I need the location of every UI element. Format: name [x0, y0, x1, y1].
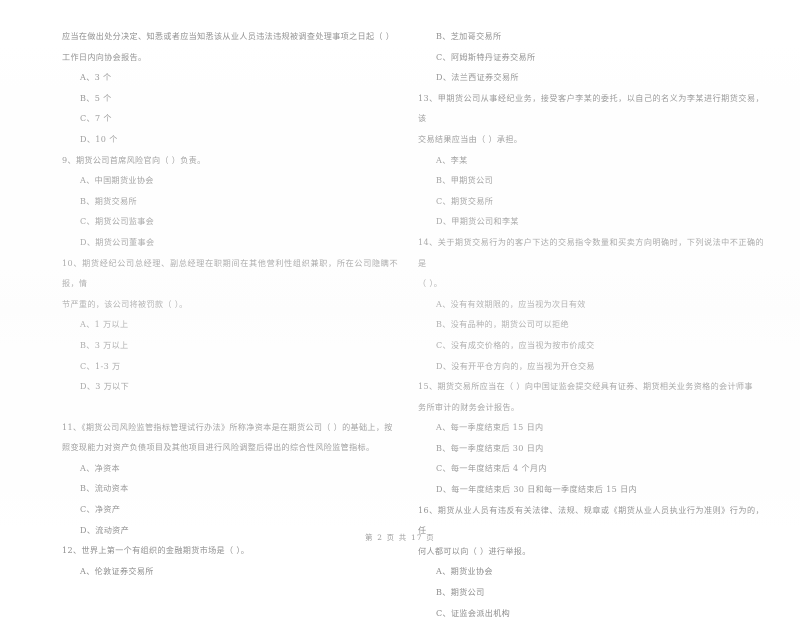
question-11: 11、《期货公司风险监管指标管理试行办法》所称净资本是在期货公司（ ）的基础上，… — [62, 417, 398, 541]
question-stem: 11、《期货公司风险监管指标管理试行办法》所称净资本是在期货公司（ ）的基础上，… — [62, 417, 398, 438]
option-c: C、期货交易所 — [436, 195, 494, 206]
option-d: D、法兰西证券交易所 — [436, 72, 519, 83]
option-a: A、每一季度结束后 15 日内 — [436, 422, 544, 433]
question-body: 期货经纪公司总经理、副总经理在职期间在其他营利性组织兼职，所在公司隐瞒不报，情 — [62, 257, 398, 289]
option-b: B、没有品种的，期货公司可以拒绝 — [436, 319, 569, 330]
question-body: 世界上第一个有组织的金融期货市场是（ ）。 — [81, 545, 250, 556]
option-c: C、没有成交价格的，应当视为按市价成交 — [436, 339, 595, 350]
carryover-stem-line1: 应当在做出处分决定、知悉或者应当知悉该从业人员违法违规被调查处理事项之日起（ ） — [62, 31, 395, 41]
option-c: C、1-3 万 — [80, 360, 121, 371]
option-b: B、芝加哥交易所 — [436, 31, 502, 41]
question-stem-continuation: 交易结果应当由（ ）承担。 — [418, 133, 523, 144]
page-footer: 第 2 页 共 17 页 — [365, 533, 435, 542]
question-body: 期货交易所应当在（ ）向中国证监会提交经具有证券、期货相关业务资格的会计师事 — [437, 381, 753, 392]
option-a: A、净资本 — [80, 462, 120, 473]
option-d: D、3 万以下 — [80, 381, 130, 392]
question-number: 12、 — [62, 545, 82, 556]
question-stem: 13、甲期货公司从事经纪业务，接受客户李某的委托，以自己的名义为李某进行期货交易… — [418, 88, 764, 129]
question-body: 期货公司首席风险官向（ ）负责。 — [75, 154, 206, 165]
option-b: B、5 个 — [80, 92, 112, 103]
option-a: A、伦敦证券交易所 — [80, 565, 154, 576]
question-14: 14、关于期货交易行为的客户下达的交易指令数量和买卖方向明确时，下列说法中不正确… — [418, 232, 764, 376]
question-body: 期货从业人员有违反有关法律、法规、规章或《期货从业人员执业行为准则》行为的，任 — [418, 504, 764, 536]
option-c: C、每一年度结束后 4 个月内 — [436, 463, 547, 474]
question-number: 9、 — [62, 154, 76, 165]
question-stem: 15、期货交易所应当在（ ）向中国证监会提交经具有证券、期货相关业务资格的会计师… — [418, 376, 764, 397]
option-a: A、李某 — [436, 154, 468, 165]
question-stem-continuation: 照变现能力对资产负债项目及其他项目进行风险调整后得出的综合性风险监管指标。 — [62, 442, 375, 453]
question-stem-continuation: 节严重的，该公司将被罚款（ ）。 — [62, 298, 188, 309]
question-10: 10、期货经纪公司总经理、副总经理在职期间在其他营利性组织兼职，所在公司隐瞒不报… — [62, 253, 398, 397]
option-b: B、期货公司 — [436, 587, 485, 598]
option-b: B、每一季度结束后 30 日内 — [436, 442, 544, 453]
option-d: D、每一年度结束后 30 日和每一季度结束后 15 日内 — [436, 484, 637, 495]
question-number: 15、 — [418, 381, 438, 392]
question-number: 10、 — [62, 257, 83, 268]
question-stem-continuation: （ ）。 — [418, 278, 443, 289]
question-stem-continuation: 务所审计的财务会计报告。 — [418, 401, 520, 412]
carryover-stem-line2: 工作日内向协会报告。 — [62, 51, 147, 62]
question-stem: 9、期货公司首席风险官向（ ）负责。 — [62, 150, 398, 171]
question-stem: 14、关于期货交易行为的客户下达的交易指令数量和买卖方向明确时，下列说法中不正确… — [418, 232, 764, 273]
question-body: 甲期货公司从事经纪业务，接受客户李某的委托，以自己的名义为李某进行期货交易，该 — [418, 92, 764, 124]
option-c: C、证监会派出机构 — [436, 607, 511, 618]
option-b: B、3 万以上 — [80, 339, 129, 350]
question-16: 16、期货从业人员有违反有关法律、法规、规章或《期货从业人员执业行为准则》行为的… — [418, 500, 764, 623]
option-d: D、期货公司董事会 — [80, 236, 155, 247]
carryover-question-8: 应当在做出处分决定、知悉或者应当知悉该从业人员违法违规被调查处理事项之日起（ ）… — [62, 26, 398, 150]
option-c: C、期货公司监事会 — [80, 216, 155, 227]
option-a: A、1 万以上 — [80, 319, 129, 330]
option-a: A、中国期货业协会 — [80, 175, 154, 186]
option-a: A、没有有效期限的，应当视为次日有效 — [436, 298, 586, 309]
option-b: B、流动资本 — [80, 483, 129, 494]
option-d: D、没有开平仓方向的，应当视为开仓交易 — [436, 360, 595, 371]
question-12: 12、世界上第一个有组织的金融期货市场是（ ）。 A、伦敦证券交易所 — [62, 540, 398, 581]
question-number: 11、 — [62, 421, 82, 432]
option-b: B、甲期货公司 — [436, 175, 493, 186]
option-c: C、净资产 — [80, 504, 121, 515]
question-body: 《期货公司风险监管指标管理试行办法》所称净资本是在期货公司（ ）的基础上，按 — [81, 421, 393, 432]
question-13: 13、甲期货公司从事经纪业务，接受客户李某的委托，以自己的名义为李某进行期货交易… — [418, 88, 764, 232]
question-body: 关于期货交易行为的客户下达的交易指令数量和买卖方向明确时，下列说法中不正确的是 — [418, 236, 764, 268]
question-number: 13、 — [418, 92, 438, 103]
option-d: D、甲期货公司和李某 — [436, 216, 519, 227]
question-9: 9、期货公司首席风险官向（ ）负责。 A、中国期货业协会 B、期货交易所 C、期… — [62, 150, 398, 253]
question-stem: 10、期货经纪公司总经理、副总经理在职期间在其他营利性组织兼职，所在公司隐瞒不报… — [62, 253, 398, 294]
option-a: A、3 个 — [80, 72, 112, 83]
question-number: 16、 — [418, 504, 438, 515]
question-stem-continuation: 何人都可以向（ ）进行举报。 — [418, 545, 531, 556]
option-d: D、10 个 — [80, 133, 118, 144]
option-b: B、期货交易所 — [80, 195, 137, 206]
question-15: 15、期货交易所应当在（ ）向中国证监会提交经具有证券、期货相关业务资格的会计师… — [418, 376, 764, 500]
left-column: 应当在做出处分决定、知悉或者应当知悉该从业人员违法违规被调查处理事项之日起（ ）… — [0, 26, 400, 581]
exam-page: 应当在做出处分决定、知悉或者应当知悉该从业人员违法违规被调查处理事项之日起（ ）… — [0, 0, 800, 618]
option-c: C、7 个 — [80, 113, 112, 124]
question-12-options-continued: B、芝加哥交易所 C、阿姆斯特丹证券交易所 D、法兰西证券交易所 — [418, 26, 764, 88]
two-column-body: 应当在做出处分决定、知悉或者应当知悉该从业人员违法违规被调查处理事项之日起（ ）… — [0, 26, 800, 618]
question-stem: 12、世界上第一个有组织的金融期货市场是（ ）。 — [62, 540, 398, 561]
question-number: 14、 — [418, 236, 438, 247]
option-c: C、阿姆斯特丹证券交易所 — [436, 51, 536, 62]
